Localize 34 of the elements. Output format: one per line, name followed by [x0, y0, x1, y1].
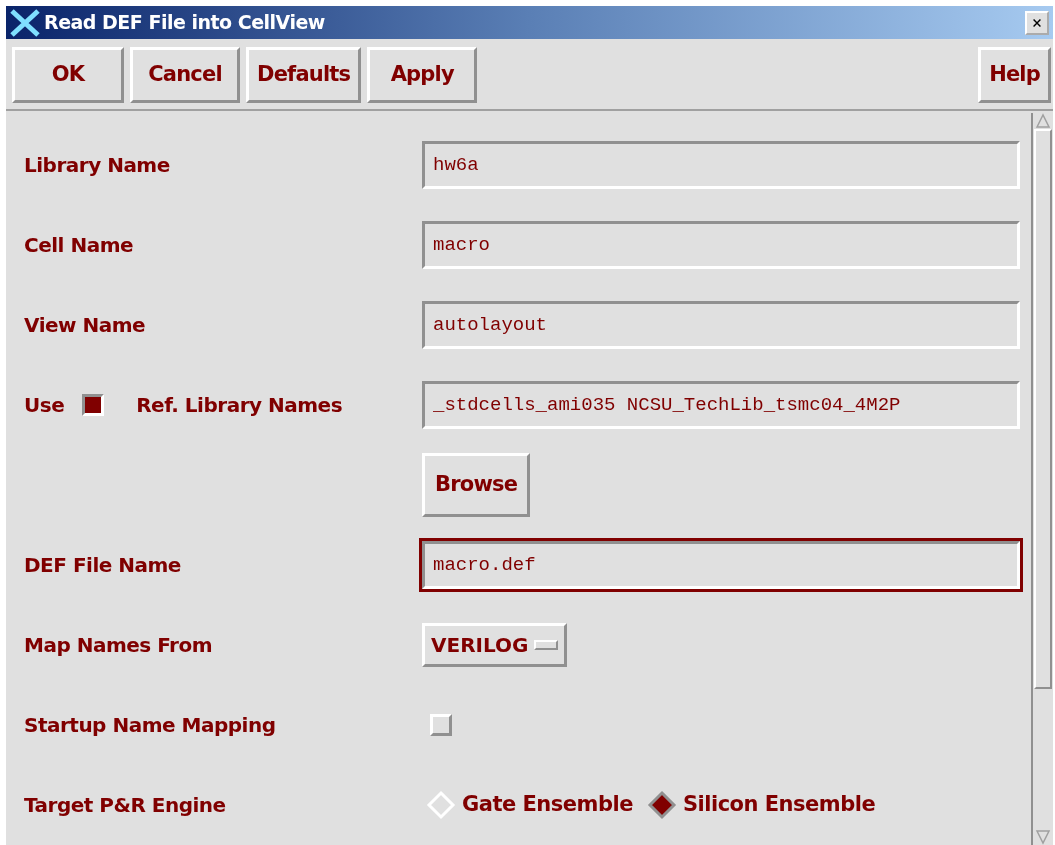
field-label: Map Names From — [24, 632, 213, 659]
dropdown-indicator-icon — [534, 640, 559, 650]
close-button[interactable] — [1025, 10, 1049, 35]
text-field[interactable]: macro — [422, 221, 1020, 269]
dialog-button[interactable]: Cancel — [130, 47, 240, 103]
radio-off-icon — [426, 790, 456, 820]
field-label: View Name — [24, 312, 147, 339]
help-button[interactable]: Help — [978, 47, 1051, 103]
radio-on-icon — [646, 790, 677, 820]
scrollbar-thumb[interactable] — [1034, 129, 1052, 689]
text-field[interactable]: macro.def — [422, 541, 1020, 589]
radio-option[interactable]: Gate Ensemble — [422, 789, 633, 821]
field-label: Target P&R Engine — [24, 792, 227, 819]
field-label: Use — [24, 392, 65, 419]
text-field[interactable]: _stdcells_ami035 NCSU_TechLib_tsmc04_4M2P — [422, 381, 1020, 429]
dialog-button[interactable]: Apply — [367, 47, 478, 103]
window-title: Read DEF File into CellView — [44, 10, 325, 36]
text-field[interactable]: hw6a — [422, 141, 1020, 189]
dialog-button[interactable]: Defaults — [246, 47, 362, 103]
browse-button[interactable]: Browse — [422, 453, 531, 517]
field-label: Library Name — [24, 152, 171, 179]
scrollbar[interactable] — [1031, 113, 1053, 845]
dialog-button[interactable]: OK — [12, 47, 124, 103]
dropdown-button[interactable]: VERILOG — [422, 623, 568, 667]
scroll-down-icon[interactable] — [1035, 829, 1051, 845]
field-label: Cell Name — [24, 232, 135, 259]
text-field[interactable]: autolayout — [422, 301, 1020, 349]
app-icon — [10, 8, 40, 37]
field-label: Startup Name Mapping — [24, 712, 277, 739]
scroll-up-icon[interactable] — [1035, 113, 1051, 129]
field-label: DEF File Name — [24, 552, 182, 579]
radio-option[interactable]: Silicon Ensemble — [646, 789, 876, 821]
checkbox[interactable] — [82, 394, 105, 416]
field-label: Ref. Library Names — [136, 392, 343, 419]
